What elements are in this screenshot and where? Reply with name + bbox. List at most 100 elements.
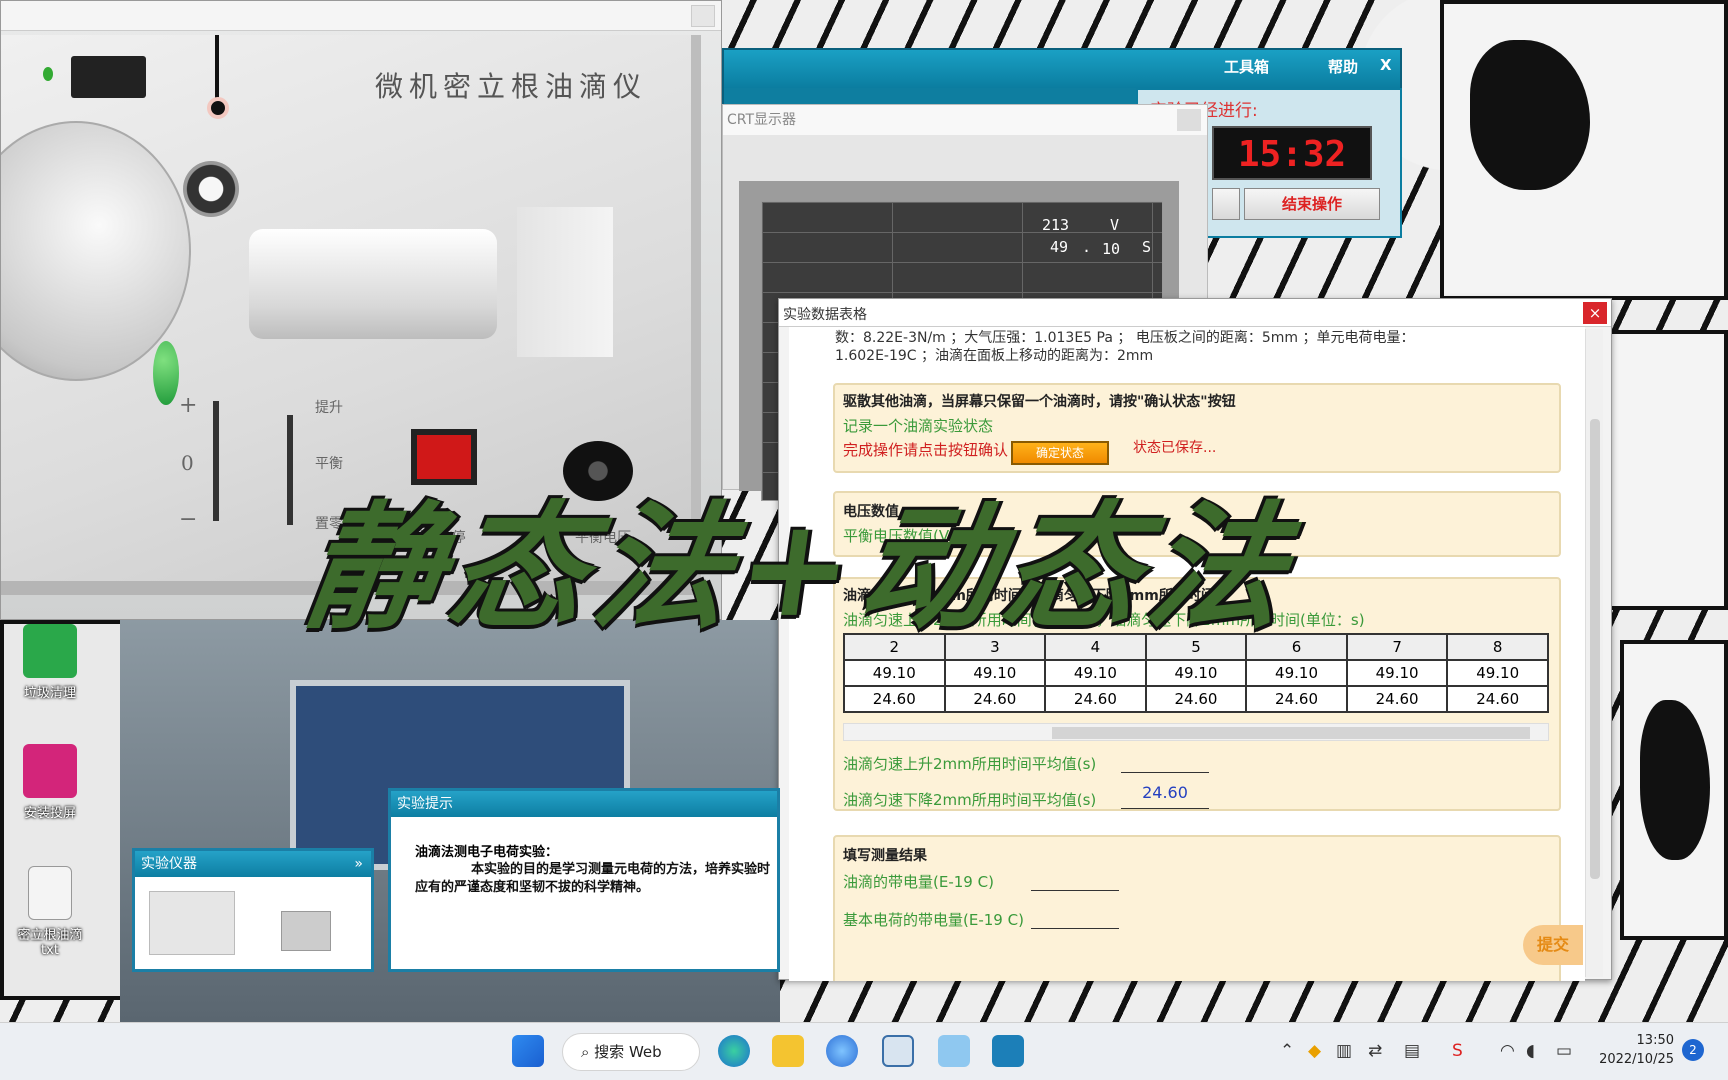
vertical-scrollbar[interactable] — [1585, 329, 1603, 977]
panel-close-button[interactable]: X — [1380, 56, 1392, 74]
mode-switch[interactable] — [287, 415, 293, 525]
control-panel-header: 工具箱 帮助 X — [724, 50, 1400, 88]
folder-icon[interactable] — [772, 1035, 804, 1067]
rise-label: 提升 — [315, 400, 343, 416]
collapse-icon[interactable]: » — [354, 851, 363, 877]
scrollbar-thumb[interactable] — [1052, 727, 1530, 739]
fall-time-cell[interactable]: 24.60 — [1245, 685, 1348, 713]
microscope-tube — [249, 229, 497, 339]
data-window-content: 数：8.22E-3N/m ；大气压强：1.013E5 Pa ； 电压板之间的距离… — [789, 327, 1585, 981]
drop-charge-label: 油滴的带电量(E-19 C) — [843, 873, 994, 891]
fall-time-cell[interactable]: 24.60 — [843, 685, 946, 713]
record-state-text: 记录一个油滴实验状态 — [843, 417, 994, 435]
polarity-switch[interactable] — [213, 401, 219, 521]
clock-date: 2022/10/25 — [1599, 1052, 1674, 1067]
search-icon: ⌕ — [581, 1043, 595, 1061]
desktop-icon-screencast[interactable]: 安装投屏 — [0, 744, 100, 821]
wifi-icon[interactable]: ◠ — [1500, 1041, 1515, 1061]
column-header: 8 — [1446, 633, 1549, 661]
window-app-icon[interactable] — [992, 1035, 1024, 1067]
desktop-icon-label: 安装投屏 — [23, 806, 76, 821]
screencast-icon — [23, 744, 77, 798]
instrument-window-title: 实验仪器 » — [135, 851, 371, 877]
tray-app-icon[interactable]: ⇄ — [1368, 1041, 1382, 1061]
rise-time-cell[interactable]: 49.10 — [843, 659, 946, 687]
cable — [215, 35, 219, 101]
instrument-title-text: 实验仪器 — [141, 856, 197, 872]
fall-time-cell[interactable]: 24.60 — [1144, 685, 1248, 713]
minimize-button[interactable] — [691, 5, 715, 27]
avg-rise-label: 油滴匀速上升2mm所用时间平均值(s) — [843, 755, 1097, 773]
fall-time-cell[interactable]: 24.60 — [1044, 685, 1147, 713]
end-operation-button[interactable]: 结束操作 — [1244, 188, 1380, 220]
power-switch[interactable] — [71, 56, 146, 98]
rise-time-cell[interactable]: 49.10 — [943, 659, 1047, 687]
notification-badge[interactable]: 2 — [1682, 1039, 1704, 1061]
taskbar-search[interactable]: ⌕ 搜索 Web — [562, 1033, 700, 1071]
params-line-2: 1.602E-19C ；油滴在面板上移动的距离为：2mm — [835, 348, 1154, 364]
unit-charge-input[interactable] — [1031, 907, 1119, 929]
lens-knob[interactable] — [183, 161, 239, 217]
desktop-icon-label: 垃圾清理 — [23, 686, 76, 701]
tray-app-icon[interactable]: ◆ — [1308, 1041, 1321, 1061]
edge-browser-icon[interactable] — [718, 1035, 750, 1067]
table-row: 49.10 49.10 49.10 49.10 49.10 49.10 49.1… — [843, 659, 1549, 687]
hint-body: 本实验的目的是学习测量元电荷的方法，培养实验时应有的严谨态度和坚韧不拔的科学精神… — [415, 862, 771, 895]
start-icon[interactable] — [512, 1035, 544, 1067]
tray-app-icon[interactable]: S — [1452, 1041, 1463, 1061]
taskbar-clock[interactable]: 13:50 2022/10/25 — [1594, 1031, 1674, 1069]
desktop-icon-cleanup[interactable]: 垃圾清理 — [0, 624, 100, 701]
unit-charge-label: 基本电荷的带电量(E-19 C) — [843, 911, 1024, 929]
rise-time-cell[interactable]: 49.10 — [1144, 659, 1248, 687]
tray-app-icon[interactable]: ▤ — [1404, 1041, 1420, 1061]
crt-close-button[interactable] — [1177, 109, 1201, 131]
section-heading: 驱散其他油滴，当屏幕只保留一个油滴时，请按"确认状态"按钮 — [843, 394, 1236, 410]
device-title: 微机密立根油滴仪 — [375, 70, 648, 103]
scrollbar-thumb[interactable] — [1590, 419, 1600, 879]
instrument-thumbnail-device[interactable] — [149, 891, 235, 955]
desktop-icon-label: 密立根油滴 txt — [17, 928, 83, 958]
overlay-caption: 静态法+动态法 — [295, 488, 1304, 648]
notepad-icon[interactable] — [882, 1035, 914, 1067]
rise-time-cell[interactable]: 49.10 — [1245, 659, 1348, 687]
start-button[interactable] — [1212, 188, 1240, 220]
volume-icon[interactable]: ◖ — [1526, 1041, 1535, 1061]
params-line-1: 数：8.22E-3N/m ；大气压强：1.013E5 Pa ； 电压板之间的距离… — [835, 330, 1415, 346]
submit-button[interactable]: 提交 — [1523, 925, 1583, 965]
sprayer-bulb[interactable] — [153, 341, 179, 405]
fall-time-cell[interactable]: 24.60 — [1446, 685, 1549, 713]
fall-time-cell[interactable]: 24.60 — [943, 685, 1047, 713]
rise-time-cell[interactable]: 49.10 — [1446, 659, 1549, 687]
app-icon[interactable] — [826, 1035, 858, 1067]
crt-time-separator: . — [1082, 238, 1092, 256]
chevron-up-icon[interactable]: ⌃ — [1280, 1041, 1294, 1061]
battery-icon[interactable]: ▭ — [1556, 1041, 1572, 1061]
simulator-icon[interactable] — [938, 1035, 970, 1067]
data-window-title: 实验数据表格 — [783, 307, 867, 323]
rise-time-cell[interactable]: 49.10 — [1044, 659, 1147, 687]
instrument-thumbnail-screen[interactable] — [281, 911, 331, 951]
clock-time: 13:50 — [1636, 1033, 1674, 1048]
desktop-icon-txt-file[interactable]: 密立根油滴 txt — [0, 866, 100, 958]
toolbox-button[interactable]: 工具箱 — [1224, 56, 1269, 77]
instrument-window: 实验仪器 » — [132, 848, 374, 972]
avg-rise-input[interactable] — [1121, 751, 1209, 773]
polarity-minus-label: − — [179, 507, 198, 532]
data-window-close-button[interactable]: × — [1583, 302, 1607, 324]
cable-connector — [207, 97, 229, 119]
hint-window-title: 实验提示 — [391, 791, 777, 817]
fall-time-cell[interactable]: 24.60 — [1345, 685, 1449, 713]
crt-time-integer: 49 — [1050, 238, 1069, 256]
confirm-instruction: 完成操作请点击按钮确认 — [843, 441, 1009, 459]
power-led-icon — [43, 67, 53, 81]
rise-time-cell[interactable]: 49.10 — [1345, 659, 1449, 687]
recycle-icon — [23, 624, 77, 678]
table-horizontal-scrollbar[interactable] — [843, 723, 1549, 741]
camera-box — [517, 207, 613, 357]
help-button[interactable]: 帮助 — [1328, 56, 1358, 77]
avg-fall-input[interactable]: 24.60 — [1121, 783, 1209, 809]
drop-charge-input[interactable] — [1031, 869, 1119, 891]
manga-panel — [1600, 330, 1728, 610]
result-section: 填写测量结果 油滴的带电量(E-19 C) 基本电荷的带电量(E-19 C) — [833, 835, 1561, 981]
tray-app-icon[interactable]: ▥ — [1336, 1041, 1352, 1061]
